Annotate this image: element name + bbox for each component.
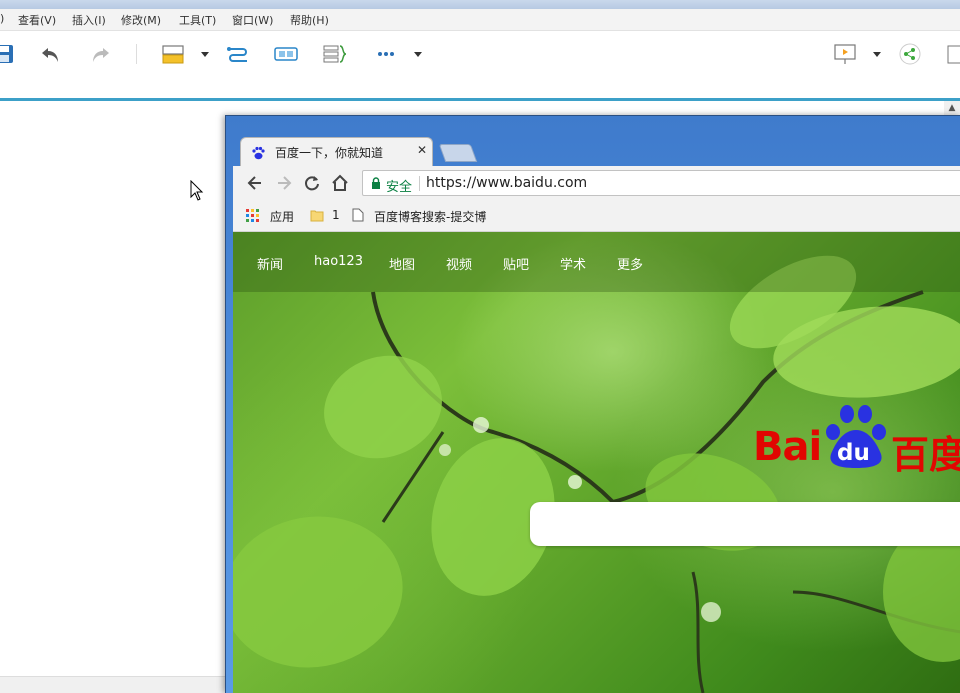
- page-icon: [352, 208, 364, 222]
- search-input[interactable]: [530, 502, 960, 546]
- relationship-button[interactable]: [224, 41, 252, 67]
- menu-item-tools[interactable]: 工具(T): [179, 12, 216, 28]
- browser-toolbar: 安全 https://www.baidu.com: [233, 166, 960, 200]
- undo-icon: [42, 48, 58, 62]
- more-dots-icon: [378, 52, 394, 56]
- logo-text-chinese: 百度: [891, 433, 960, 477]
- security-label: 安全: [386, 180, 413, 195]
- nav-link-video[interactable]: 视频: [446, 254, 472, 273]
- topic-style-icon: [162, 45, 184, 64]
- new-tab-button[interactable]: [438, 144, 478, 162]
- caret-down-icon: [873, 52, 881, 57]
- undo-button[interactable]: [38, 41, 64, 67]
- mouse-cursor-icon: [190, 180, 204, 201]
- save-icon: [0, 45, 13, 63]
- horizontal-scrollbar[interactable]: [0, 676, 225, 693]
- topic-style-button[interactable]: [158, 41, 188, 67]
- topic-style-dropdown[interactable]: [198, 41, 212, 67]
- more-button[interactable]: [372, 41, 400, 67]
- baidu-homepage: 新闻 hao123 地图 视频 贴吧 学术 更多 Bai du 百度: [233, 232, 960, 693]
- redo-icon: [93, 48, 109, 62]
- apps-grid-icon: [246, 209, 259, 222]
- bookmark-apps[interactable]: 应用: [246, 207, 306, 225]
- nav-link-tieba[interactable]: 贴吧: [503, 254, 529, 273]
- logo-text-bai: Bai: [753, 424, 822, 470]
- address-bar[interactable]: 安全 https://www.baidu.com: [362, 170, 960, 196]
- nav-link-map[interactable]: 地图: [389, 254, 415, 273]
- share-icon: [899, 43, 921, 65]
- menu-item-modify[interactable]: 修改(M): [121, 12, 161, 28]
- redo-button[interactable]: [87, 41, 113, 67]
- menu-item-file-partial[interactable]: ): [0, 12, 4, 25]
- home-icon[interactable]: [330, 173, 350, 193]
- export-icon: [947, 45, 960, 64]
- bookmark-folder-1[interactable]: 1: [310, 207, 350, 225]
- nav-link-xueshu[interactable]: 学术: [560, 254, 586, 273]
- summary-button[interactable]: [320, 41, 350, 67]
- app-title-bar: [0, 0, 960, 9]
- baidu-paw-favicon-icon: [252, 146, 265, 160]
- bookmarks-bar: 应用 1 百度博客搜索-提交博: [233, 200, 960, 232]
- share-button[interactable]: [896, 41, 924, 67]
- more-dropdown[interactable]: [411, 41, 425, 67]
- bookmark-apps-label: 应用: [270, 210, 295, 224]
- relationship-icon: [227, 47, 247, 62]
- bookmark-baidu-blog-label: 百度博客搜索-提交博: [374, 210, 487, 224]
- app-toolbar: [0, 31, 960, 98]
- bookmark-baidu-blog[interactable]: 百度博客搜索-提交博: [352, 207, 492, 225]
- app-menu-bar: ) 查看(V) 插入(I) 修改(M) 工具(T) 窗口(W) 帮助(H): [0, 9, 960, 31]
- tab-close-icon[interactable]: ✕: [417, 143, 427, 157]
- menu-item-window[interactable]: 窗口(W): [232, 12, 273, 28]
- nav-link-hao123[interactable]: hao123: [314, 254, 363, 269]
- nav-link-more[interactable]: 更多: [617, 254, 643, 273]
- folder-icon: [310, 210, 324, 222]
- nav-link-news[interactable]: 新闻: [257, 254, 283, 273]
- export-button[interactable]: [944, 41, 960, 67]
- presentation-icon: [834, 44, 856, 64]
- presentation-dropdown[interactable]: [870, 41, 884, 67]
- boundary-button[interactable]: [271, 41, 301, 67]
- baidu-logo: Bai du 百度: [753, 402, 960, 477]
- menu-item-insert[interactable]: 插入(I): [72, 12, 106, 28]
- summary-icon: [323, 45, 347, 63]
- bookmark-folder-label: 1: [332, 208, 340, 222]
- back-arrow-icon[interactable]: [246, 174, 264, 192]
- toolbar-divider: [136, 44, 137, 64]
- save-button[interactable]: [0, 41, 16, 67]
- vertical-scroll-up-arrow[interactable]: ▲: [944, 101, 960, 115]
- browser-window: 百度一下，你就知道 ✕ 安全 https://www.baidu.com 应用 …: [225, 115, 960, 693]
- baidu-top-nav: 新闻 hao123 地图 视频 贴吧 学术 更多: [233, 232, 960, 292]
- caret-down-icon: [414, 52, 422, 57]
- url-text[interactable]: https://www.baidu.com: [426, 175, 587, 191]
- menu-item-view[interactable]: 查看(V): [18, 12, 56, 28]
- presentation-button[interactable]: [830, 41, 860, 67]
- forward-arrow-icon[interactable]: [275, 174, 293, 192]
- omnibox-divider: [419, 176, 420, 191]
- boundary-icon: [274, 47, 298, 61]
- menu-item-help[interactable]: 帮助(H): [290, 12, 329, 28]
- logo-text-du: du: [837, 440, 870, 466]
- tab-title: 百度一下，你就知道: [275, 146, 384, 160]
- tab-baidu[interactable]: 百度一下，你就知道 ✕: [240, 137, 433, 166]
- caret-down-icon: [201, 52, 209, 57]
- lock-icon: [372, 177, 380, 189]
- reload-icon[interactable]: [303, 174, 321, 192]
